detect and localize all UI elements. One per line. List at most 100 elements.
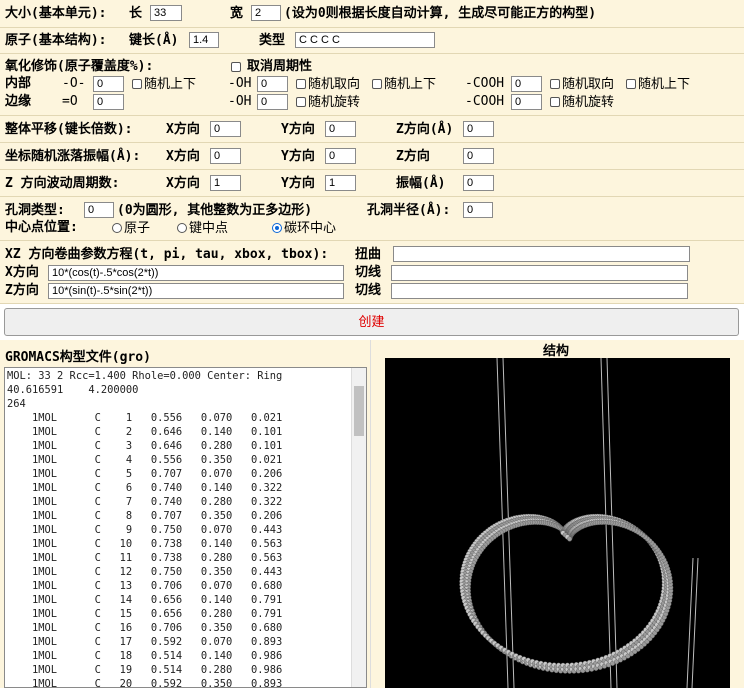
atom-label: 原子(基本结构): xyxy=(5,33,107,48)
jitter-y-input[interactable]: 0 xyxy=(325,148,356,164)
random-rotate-checkbox-2[interactable] xyxy=(550,97,560,107)
create-button[interactable]: 创建 xyxy=(4,308,739,336)
center-atom-label: 原子 xyxy=(124,220,151,235)
hole-type-label: 孔洞类型: xyxy=(5,203,65,218)
box-line xyxy=(691,557,699,688)
inner-label: 内部 xyxy=(5,76,32,91)
oh-inner-input[interactable]: 0 xyxy=(257,76,288,92)
hole-radius-label: 孔洞半径(Å): xyxy=(367,203,451,218)
jitter-x-label: X方向 xyxy=(166,149,200,164)
translate-z-input[interactable]: 0 xyxy=(463,121,494,137)
oh-edge-label: -OH xyxy=(228,94,252,109)
random-rotate-label-1: 随机旋转 xyxy=(308,94,361,109)
translate-x-input[interactable]: 0 xyxy=(210,121,241,137)
twist-input[interactable] xyxy=(393,246,690,262)
long-label: 长 xyxy=(129,6,143,21)
wave-amp-label: 振幅(Å) xyxy=(396,176,446,191)
jitter-row: 坐标随机涨落振幅(Å): X方向 0 Y方向 0 Z方向 0 xyxy=(0,143,744,170)
translate-y-input[interactable]: 0 xyxy=(325,121,356,137)
oxidation-row: 氧化修饰(原子覆盖度%): 取消周期性 内部 -O- 0 随机上下 -OH 0 … xyxy=(0,54,744,116)
o-inner-label: -O- xyxy=(62,76,86,91)
hole-row: 孔洞类型: 0 (0为圆形, 其他整数为正多边形) 孔洞半径(Å): 0 中心点… xyxy=(0,197,744,241)
curl-row: XZ 方向卷曲参数方程(t, pi, tau, xbox, tbox): 扭曲 … xyxy=(0,241,744,304)
cooh-edge-input[interactable]: 0 xyxy=(511,94,542,110)
curl-z-input[interactable]: 10*(sin(t)-.5*sin(2*t)) xyxy=(48,283,344,299)
gro-scrollbar[interactable] xyxy=(351,368,366,687)
center-ring-label: 碳环中心 xyxy=(284,220,337,235)
random-rotate-label-2: 随机旋转 xyxy=(562,94,615,109)
cancel-period-checkbox[interactable] xyxy=(231,62,241,72)
jitter-z-input[interactable]: 0 xyxy=(463,148,494,164)
gro-content: MOL: 33 2 Rcc=1.400 Rhole=0.000 Center: … xyxy=(7,370,283,688)
random-updown-checkbox-2[interactable] xyxy=(372,79,382,89)
structure-view[interactable] xyxy=(385,358,730,688)
random-orient-checkbox-2[interactable] xyxy=(550,79,560,89)
random-orient-label-1: 随机取向 xyxy=(308,76,361,91)
tangent-label-1: 切线 xyxy=(355,265,382,280)
bond-length-input[interactable]: 1.4 xyxy=(189,32,219,48)
curl-x-input[interactable]: 10*(cos(t)-.5*cos(2*t)) xyxy=(48,265,344,281)
wave-row: Z 方向波动周期数: X方向 1 Y方向 1 振幅(Å) 0 xyxy=(0,170,744,197)
wave-y-input[interactable]: 1 xyxy=(325,175,356,191)
tangent-input-2[interactable] xyxy=(391,283,688,299)
tangent-input-1[interactable] xyxy=(391,265,688,281)
structure-title: 结构 xyxy=(543,343,570,358)
wave-label: Z 方向波动周期数: xyxy=(5,176,120,191)
size-note: (设为0则根据长度自动计算, 生成尽可能正方的构型) xyxy=(284,6,597,21)
center-position-label: 中心点位置: xyxy=(5,220,78,235)
oh-edge-input[interactable]: 0 xyxy=(257,94,288,110)
random-updown-checkbox-1[interactable] xyxy=(132,79,142,89)
curl-x-label: X方向 xyxy=(5,265,39,280)
translate-y-label: Y方向 xyxy=(281,122,315,137)
curl-label: XZ 方向卷曲参数方程(t, pi, tau, xbox, tbox): xyxy=(5,247,329,262)
hole-radius-input[interactable]: 0 xyxy=(463,202,493,218)
translate-row: 整体平移(键长倍数): X方向 0 Y方向 0 Z方向(Å) 0 xyxy=(0,116,744,143)
wide-label: 宽 xyxy=(230,6,244,21)
random-orient-checkbox-1[interactable] xyxy=(296,79,306,89)
o-inner-input[interactable]: 0 xyxy=(93,76,124,92)
random-orient-label-2: 随机取向 xyxy=(562,76,615,91)
size-row: 大小(基本单元): 长 33 宽 2 (设为0则根据长度自动计算, 生成尽可能正… xyxy=(0,0,744,28)
atom-cloud xyxy=(459,513,674,674)
gro-title: GROMACS构型文件(gro) xyxy=(5,350,151,365)
o-edge-input[interactable]: 0 xyxy=(93,94,124,110)
center-ring-radio[interactable] xyxy=(272,223,282,233)
gro-scroll-thumb[interactable] xyxy=(354,386,364,436)
wave-amp-input[interactable]: 0 xyxy=(463,175,494,191)
wave-x-label: X方向 xyxy=(166,176,200,191)
center-atom-radio[interactable] xyxy=(112,223,122,233)
jitter-x-input[interactable]: 0 xyxy=(210,148,241,164)
structure-svg xyxy=(459,358,699,688)
wave-y-label: Y方向 xyxy=(281,176,315,191)
long-input[interactable]: 33 xyxy=(150,5,182,21)
oxidation-label: 氧化修饰(原子覆盖度%): xyxy=(5,59,154,74)
random-rotate-checkbox-1[interactable] xyxy=(296,97,306,107)
cancel-period-label: 取消周期性 xyxy=(247,59,313,74)
translate-x-label: X方向 xyxy=(166,122,200,137)
hole-type-input[interactable]: 0 xyxy=(84,202,114,218)
cooh-inner-label: -COOH xyxy=(465,76,505,91)
size-label: 大小(基本单元): xyxy=(5,6,107,21)
jitter-z-label: Z方向 xyxy=(396,149,430,164)
cooh-inner-input[interactable]: 0 xyxy=(511,76,542,92)
type-input[interactable]: C C C C xyxy=(295,32,435,48)
translate-z-label: Z方向(Å) xyxy=(396,122,454,137)
gro-textarea[interactable]: MOL: 33 2 Rcc=1.400 Rhole=0.000 Center: … xyxy=(4,367,367,688)
edge-label: 边缘 xyxy=(5,94,32,109)
oh-inner-label: -OH xyxy=(228,76,252,91)
type-label: 类型 xyxy=(259,33,286,48)
translate-label: 整体平移(键长倍数): xyxy=(5,122,133,137)
random-updown-label-3: 随机上下 xyxy=(638,76,691,91)
box-line xyxy=(686,557,694,688)
center-bond-label: 键中点 xyxy=(189,220,229,235)
wave-x-input[interactable]: 1 xyxy=(210,175,241,191)
atom-row: 原子(基本结构): 键长(Å) 1.4 类型 C C C C xyxy=(0,28,744,54)
random-updown-label-2: 随机上下 xyxy=(384,76,437,91)
wide-input[interactable]: 2 xyxy=(251,5,281,21)
center-bond-radio[interactable] xyxy=(177,223,187,233)
jitter-y-label: Y方向 xyxy=(281,149,315,164)
twist-label: 扭曲 xyxy=(355,247,382,262)
jitter-label: 坐标随机涨落振幅(Å): xyxy=(5,149,141,164)
random-updown-checkbox-3[interactable] xyxy=(626,79,636,89)
bond-length-label: 键长(Å) xyxy=(129,33,179,48)
